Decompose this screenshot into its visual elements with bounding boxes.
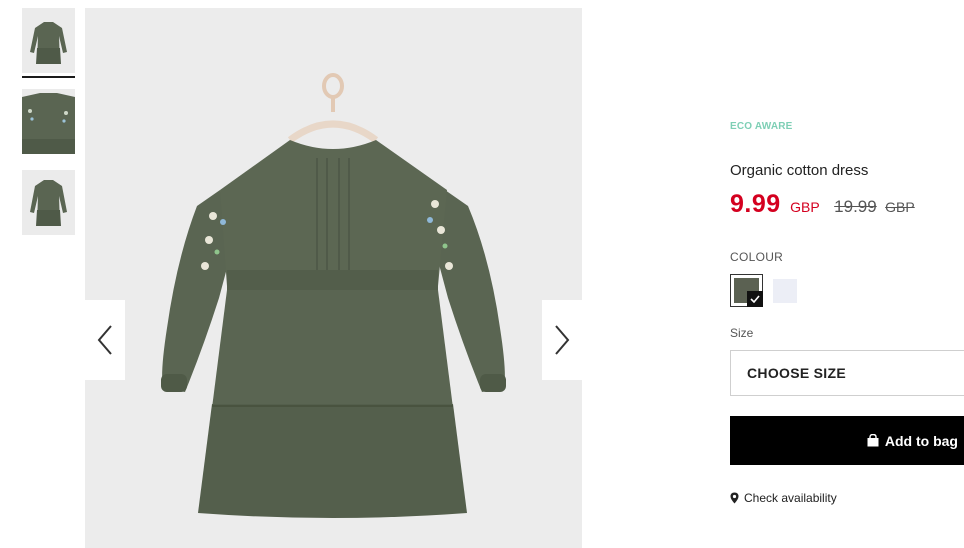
check-availability-label: Check availability [744,491,837,505]
colour-label: COLOUR [730,250,784,264]
size-select-value: CHOOSE SIZE [747,365,846,381]
product-name: Organic cotton dress [730,162,869,179]
map-pin-icon [730,492,739,504]
thumbnail-1[interactable] [22,8,75,73]
add-to-bag-label: Add to bag [884,432,958,449]
main-product-image [85,8,582,548]
dress-thumbnail-image [30,22,67,64]
dress-detail-thumbnail-image [22,93,75,154]
size-label: Size [730,326,754,340]
checkmark-icon [750,295,760,303]
original-price-currency: GBP [885,199,915,215]
size-select[interactable]: CHOOSE SIZE [730,350,964,396]
original-price: 19.99 [834,197,877,216]
shopping-bag-icon [867,434,879,447]
current-price-currency: GBP [790,199,820,215]
thumbnail-2[interactable] [22,89,75,154]
previous-image-button[interactable] [85,300,125,380]
chevron-left-icon [97,325,112,355]
price-row: 9.99 GBP 19.99 GBP [730,190,915,219]
thumbnail-list [22,8,75,235]
colour-swatch-light[interactable] [773,279,797,303]
check-availability-link[interactable]: Check availability [730,491,837,505]
product-info-panel: ECO AWARE Organic cotton dress 9.99 GBP … [730,0,964,548]
chevron-right-icon [555,325,570,355]
eco-aware-badge: ECO AWARE [730,121,793,132]
add-to-bag-button[interactable]: Add to bag [730,416,964,465]
current-price: 9.99 [730,190,781,218]
dress-image [161,73,506,518]
dress-back-thumbnail-image [30,180,67,226]
colour-swatch-khaki[interactable] [730,274,763,307]
colour-swatch-khaki-fill [734,278,763,307]
active-thumbnail-indicator [22,76,75,78]
selected-check-badge [747,291,763,307]
next-image-button[interactable] [542,300,582,380]
thumbnail-3[interactable] [22,170,75,235]
